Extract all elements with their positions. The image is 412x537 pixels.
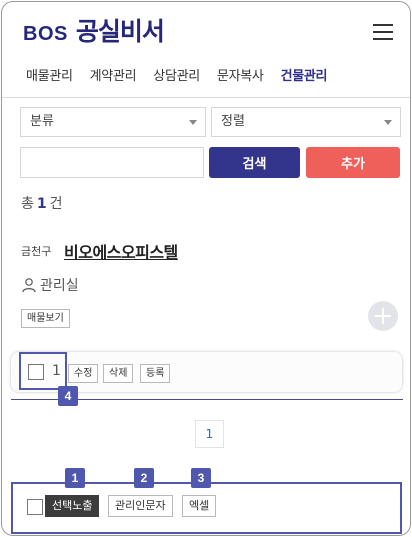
search-input[interactable] [20, 147, 204, 178]
nav-item-contracts[interactable]: 계약관리 [90, 60, 137, 97]
sort-select-value: 정렬 [221, 114, 245, 129]
plus-icon[interactable] [368, 301, 398, 331]
select-all-checkbox[interactable] [27, 499, 43, 515]
manager-sms-button[interactable]: 관리인문자 [108, 495, 173, 517]
app-frame: BOS 공실비서 매물관리 계약관리 상담관리 문자복사 건물관리 분류 정렬 … [1, 1, 411, 536]
add-button[interactable]: 추가 [306, 147, 400, 178]
chevron-down-icon [189, 120, 197, 125]
listing-region: 금천구 [21, 245, 52, 258]
header: BOS 공실비서 [2, 2, 410, 60]
total-number: 1 [36, 196, 47, 212]
search-button[interactable]: 검색 [209, 147, 300, 178]
listing-name-link[interactable]: 비오에스오피스텔 [64, 239, 178, 263]
annotation-badge-3: 3 [191, 468, 211, 488]
view-listings-button[interactable]: 매물보기 [21, 309, 70, 328]
hamburger-menu-icon[interactable] [373, 24, 393, 40]
excel-button[interactable]: 엑셀 [182, 495, 217, 517]
edit-button[interactable]: 수정 [68, 364, 99, 383]
chevron-down-icon [384, 120, 392, 125]
nav-item-consultations[interactable]: 상담관리 [153, 60, 200, 97]
category-select[interactable]: 분류 [20, 107, 206, 137]
annotation-badge-4: 4 [58, 386, 78, 406]
nav-item-buildings[interactable]: 건물관리 [281, 60, 328, 97]
delete-button[interactable]: 삭제 [103, 364, 134, 383]
annotation-box-4 [19, 352, 67, 390]
logo-prefix: BOS [23, 23, 68, 45]
manager-label: 관리실 [40, 278, 79, 294]
annotation-badge-1: 1 [65, 468, 85, 488]
logo[interactable]: BOS 공실비서 [23, 12, 165, 48]
annotation-badge-2: 2 [134, 468, 154, 488]
total-prefix: 총 [21, 196, 34, 212]
nav-item-sms-copy[interactable]: 문자복사 [217, 60, 264, 97]
page-button-1[interactable]: 1 [195, 420, 224, 448]
register-button[interactable]: 등록 [140, 364, 171, 383]
main-nav: 매물관리 계약관리 상담관리 문자복사 건물관리 [2, 60, 410, 98]
logo-name: 공실비서 [75, 17, 165, 46]
manager-row: 관리실 [21, 275, 79, 295]
sort-select[interactable]: 정렬 [211, 107, 401, 137]
nav-item-listings[interactable]: 매물관리 [26, 60, 73, 97]
person-icon [22, 278, 36, 293]
total-suffix: 건 [49, 196, 63, 212]
category-select-value: 분류 [30, 114, 54, 129]
show-selected-button[interactable]: 선택노출 [45, 495, 100, 517]
total-count: 총1건 [21, 193, 63, 213]
